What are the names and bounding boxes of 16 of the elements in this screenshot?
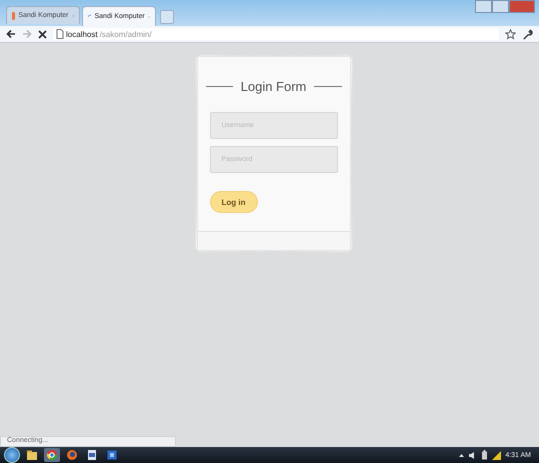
start-button[interactable] xyxy=(4,447,20,463)
signal-icon[interactable] xyxy=(492,450,502,460)
address-field[interactable]: localhost /sakom/admin/ xyxy=(53,28,499,40)
favicon xyxy=(12,12,16,20)
page-icon xyxy=(56,29,64,39)
tray-arrow-icon[interactable] xyxy=(459,452,464,458)
stop-icon[interactable] xyxy=(38,30,47,38)
login-button[interactable]: Log in xyxy=(210,191,258,213)
folder-icon[interactable] xyxy=(24,448,40,462)
battery-icon[interactable] xyxy=(481,450,488,460)
star-icon[interactable] xyxy=(505,28,516,40)
browser-icon[interactable] xyxy=(44,448,60,462)
form-title: Login Form xyxy=(240,79,306,94)
back-icon[interactable] xyxy=(6,29,16,39)
wrench-icon[interactable] xyxy=(522,28,533,40)
fox-browser-icon[interactable] xyxy=(64,448,80,462)
